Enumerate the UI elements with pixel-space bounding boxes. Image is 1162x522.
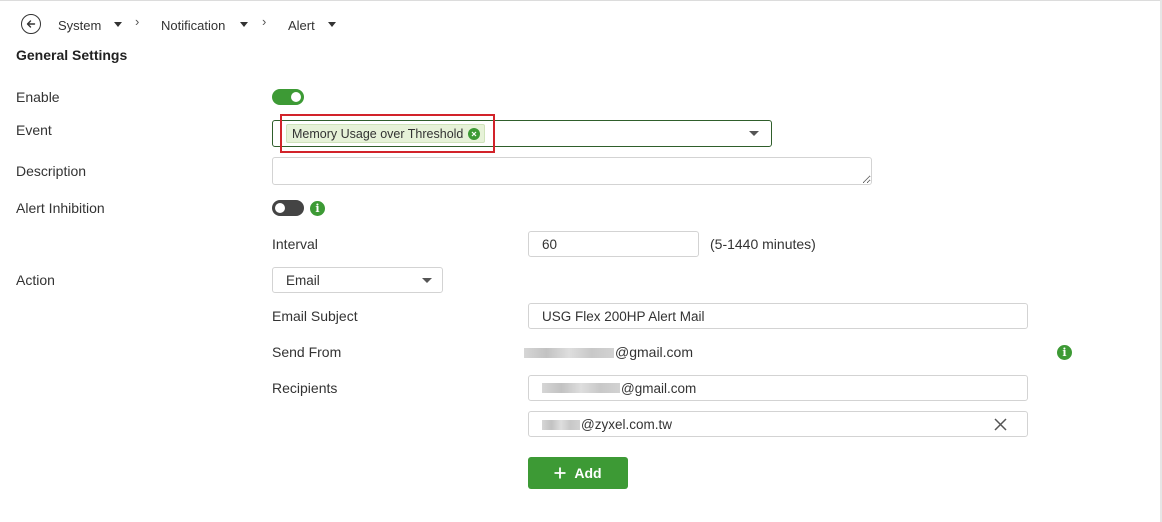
add-button[interactable]: Add [528,457,628,489]
caret-down-icon [422,277,432,283]
info-icon[interactable]: i [1057,345,1072,360]
send-from-domain: @gmail.com [615,344,694,360]
interval-label: Interval [272,236,318,252]
redacted-text [524,348,614,359]
action-value: Email [286,272,320,288]
interval-hint: (5-1440 minutes) [710,236,816,252]
caret-down-icon[interactable] [328,22,336,27]
toggle-knob [275,203,285,213]
info-icon[interactable]: i [310,201,325,216]
description-label: Description [16,163,87,179]
breadcrumb-alert[interactable]: Alert [288,18,315,33]
action-label: Action [16,272,55,288]
recipient-value: @zyxel.com.tw [542,417,672,432]
highlight-box [280,114,495,153]
caret-down-icon[interactable] [114,22,122,27]
back-arrow-icon [26,20,36,28]
add-button-label: Add [574,465,602,481]
event-label: Event [16,122,52,138]
email-subject-value: USG Flex 200HP Alert Mail [542,308,705,324]
back-button[interactable] [21,14,41,34]
interval-value: 60 [542,236,558,252]
description-input[interactable] [272,157,872,185]
send-from-label: Send From [272,344,342,360]
close-icon[interactable] [994,417,1007,431]
section-title: General Settings [16,47,128,63]
action-select[interactable]: Email [272,267,443,293]
enable-label: Enable [16,89,60,105]
caret-down-icon[interactable] [240,22,248,27]
interval-input[interactable]: 60 [528,231,699,257]
event-caret-down-icon[interactable] [749,131,759,136]
alert-inhibition-label: Alert Inhibition [16,200,105,216]
enable-toggle[interactable] [272,89,304,105]
recipient-domain: @gmail.com [621,380,697,396]
chevron-right-icon: › [135,14,140,29]
recipient-input[interactable]: @gmail.com [528,375,1028,401]
send-from-value: @gmail.com [524,344,693,360]
recipient-domain: @zyxel.com.tw [581,416,672,432]
chevron-right-icon: › [262,14,267,29]
breadcrumb-system[interactable]: System [58,18,101,33]
breadcrumb-notification[interactable]: Notification [161,18,225,33]
toggle-knob [291,92,301,102]
recipient-input[interactable]: @zyxel.com.tw [528,411,1028,437]
plus-icon [554,467,566,479]
redacted-text [542,419,580,430]
top-border [0,0,1162,1]
email-subject-input[interactable]: USG Flex 200HP Alert Mail [528,303,1028,329]
email-subject-label: Email Subject [272,308,358,324]
redacted-text [542,383,620,393]
recipients-label: Recipients [272,380,338,396]
alert-inhibition-toggle[interactable] [272,200,304,216]
